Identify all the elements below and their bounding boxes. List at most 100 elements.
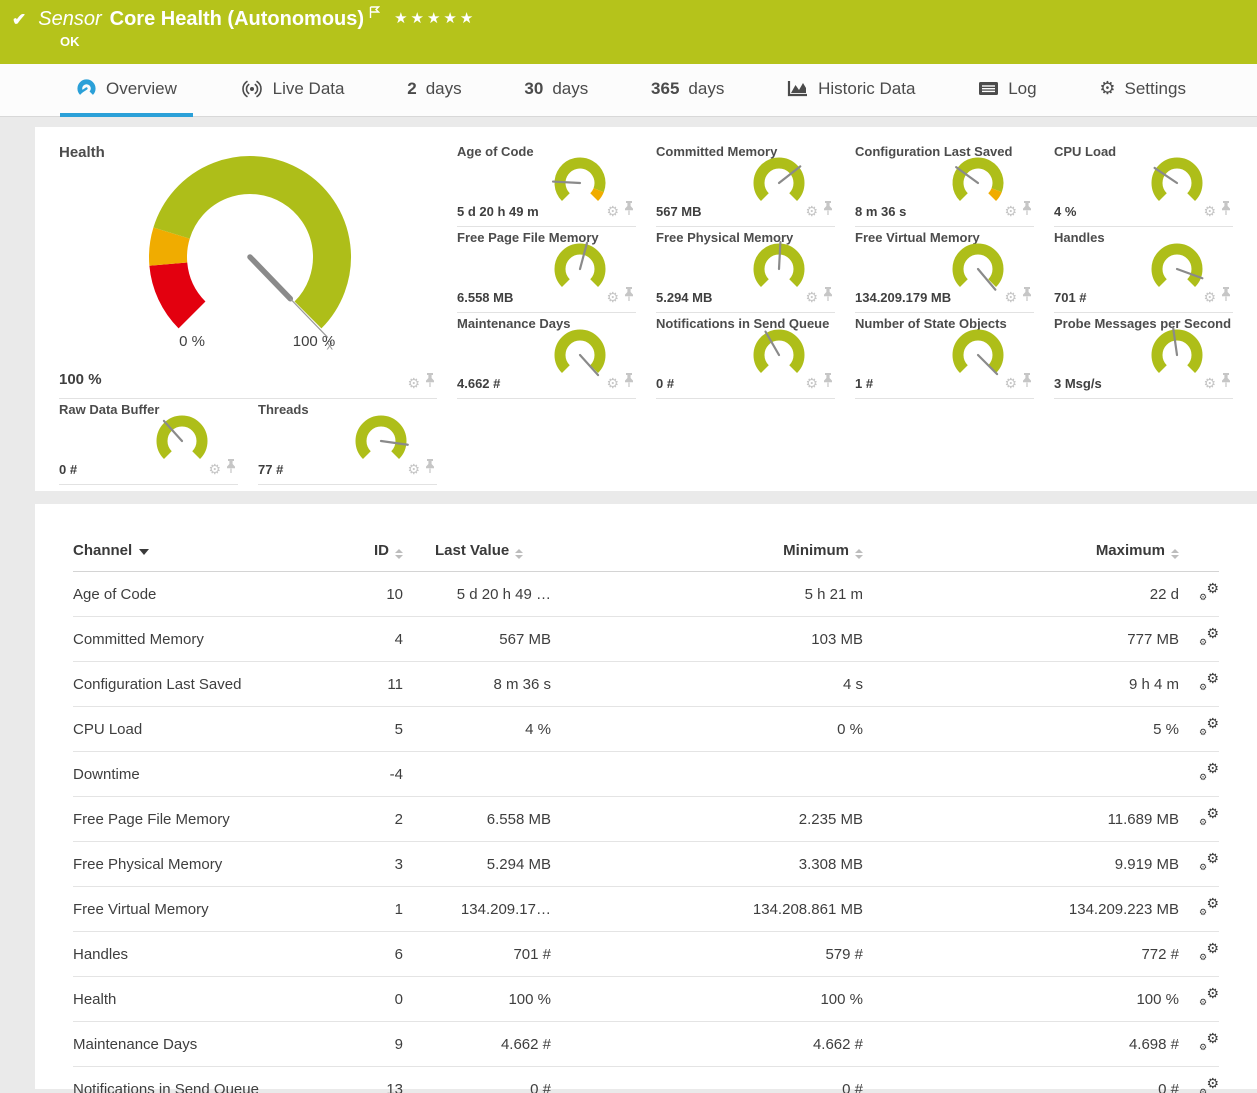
- gauge-settings-gear-icon[interactable]: ⚙: [407, 462, 420, 476]
- gauge-icon: [76, 78, 97, 99]
- health-gauge-value: 100 %: [59, 371, 102, 388]
- table-row[interactable]: Free Virtual Memory 1 134.209.17… 134.20…: [73, 887, 1219, 932]
- gauge-settings-gear-icon[interactable]: ⚙: [1004, 376, 1017, 390]
- tab-settings[interactable]: ⚙ Settings: [1083, 64, 1202, 117]
- gauge-settings-gear-icon[interactable]: ⚙: [407, 376, 420, 390]
- table-row[interactable]: Notifications in Send Queue 13 0 # 0 # 0…: [73, 1067, 1219, 1093]
- gauge-settings-gear-icon[interactable]: ⚙: [1004, 290, 1017, 304]
- gauge-cell-threads: Threads 77 # ⚙: [258, 399, 437, 485]
- channel-settings-gears-icon[interactable]: ⚙⚙: [1199, 583, 1219, 601]
- sensor-header: ✔ Sensor Core Health (Autonomous) ★★★★★ …: [0, 0, 1257, 64]
- cell-last: 567 MB: [403, 617, 551, 662]
- channel-settings-gears-icon[interactable]: ⚙⚙: [1199, 943, 1219, 961]
- table-row[interactable]: Health 0 100 % 100 % 100 % ⚙⚙: [73, 977, 1219, 1022]
- tab-label: days: [552, 79, 588, 99]
- channel-settings-gears-icon[interactable]: ⚙⚙: [1199, 673, 1219, 691]
- pin-icon[interactable]: [823, 373, 833, 393]
- gauge-dial: [944, 325, 1010, 387]
- gauge-settings-gear-icon[interactable]: ⚙: [606, 204, 619, 218]
- gauge-settings-gear-icon[interactable]: ⚙: [1004, 204, 1017, 218]
- pin-icon[interactable]: [1221, 373, 1231, 393]
- channel-settings-gears-icon[interactable]: ⚙⚙: [1199, 808, 1219, 826]
- column-header-maximum[interactable]: Maximum: [863, 532, 1179, 572]
- gauge-dial: [745, 239, 811, 301]
- column-header-channel[interactable]: Channel: [73, 532, 325, 572]
- pin-icon[interactable]: [226, 459, 236, 479]
- gauge-settings-gear-icon[interactable]: ⚙: [805, 290, 818, 304]
- pin-icon[interactable]: [1022, 201, 1032, 221]
- table-row[interactable]: Configuration Last Saved 11 8 m 36 s 4 s…: [73, 662, 1219, 707]
- cell-last: 701 #: [403, 932, 551, 977]
- gauge-value: 701 #: [1054, 290, 1087, 305]
- gauge-settings-gear-icon[interactable]: ⚙: [606, 290, 619, 304]
- pin-icon[interactable]: [1022, 287, 1032, 307]
- live-data-icon: [240, 79, 264, 99]
- channels-table: Channel ID Last Value Minimum Maximum Ag…: [73, 532, 1219, 1093]
- gauge-settings-gear-icon[interactable]: ⚙: [1203, 204, 1216, 218]
- gauge-settings-gear-icon[interactable]: ⚙: [1203, 376, 1216, 390]
- column-header-minimum[interactable]: Minimum: [551, 532, 863, 572]
- cell-min: 579 #: [551, 932, 863, 977]
- gauge-label: Handles: [1054, 230, 1105, 245]
- tab-365-days[interactable]: 365 days: [635, 64, 740, 117]
- table-row[interactable]: Downtime -4 ⚙⚙: [73, 752, 1219, 797]
- pin-icon[interactable]: [1221, 287, 1231, 307]
- pin-icon[interactable]: [624, 201, 634, 221]
- tab-30-days[interactable]: 30 days: [508, 64, 604, 117]
- cell-min: 0 %: [551, 707, 863, 752]
- table-row[interactable]: Free Page File Memory 2 6.558 MB 2.235 M…: [73, 797, 1219, 842]
- table-row[interactable]: CPU Load 5 4 % 0 % 5 % ⚙⚙: [73, 707, 1219, 752]
- tab-live-data[interactable]: Live Data: [224, 64, 361, 117]
- column-header-id[interactable]: ID: [325, 532, 403, 572]
- channel-settings-gears-icon[interactable]: ⚙⚙: [1199, 1078, 1219, 1093]
- priority-stars[interactable]: ★★★★★: [394, 9, 476, 27]
- pin-icon[interactable]: [823, 201, 833, 221]
- tab-2-days[interactable]: 2 days: [391, 64, 477, 117]
- tab-historic-data[interactable]: Historic Data: [771, 64, 931, 117]
- table-row[interactable]: Committed Memory 4 567 MB 103 MB 777 MB …: [73, 617, 1219, 662]
- gauge-dial: [347, 411, 413, 473]
- cell-max: 22 d: [863, 572, 1179, 617]
- gauge-value: 6.558 MB: [457, 290, 513, 305]
- table-row[interactable]: Free Physical Memory 3 5.294 MB 3.308 MB…: [73, 842, 1219, 887]
- cell-id: 4: [325, 617, 403, 662]
- tab-log[interactable]: Log: [962, 64, 1052, 117]
- gauge-settings-gear-icon[interactable]: ⚙: [606, 376, 619, 390]
- table-row[interactable]: Maintenance Days 9 4.662 # 4.662 # 4.698…: [73, 1022, 1219, 1067]
- priority-flag-icon[interactable]: [369, 6, 380, 24]
- column-header-last-value[interactable]: Last Value: [403, 532, 551, 572]
- cell-channel: Age of Code: [73, 572, 325, 617]
- pin-icon[interactable]: [624, 373, 634, 393]
- table-row[interactable]: Handles 6 701 # 579 # 772 # ⚙⚙: [73, 932, 1219, 977]
- channel-settings-gears-icon[interactable]: ⚙⚙: [1199, 763, 1219, 781]
- gauge-cell-free-page-file-memory: Free Page File Memory 6.558 MB ⚙: [457, 227, 636, 313]
- channel-settings-gears-icon[interactable]: ⚙⚙: [1199, 853, 1219, 871]
- pin-icon[interactable]: [1221, 201, 1231, 221]
- pin-icon[interactable]: [425, 373, 435, 393]
- channel-settings-gears-icon[interactable]: ⚙⚙: [1199, 718, 1219, 736]
- cell-max: [863, 752, 1179, 797]
- tab-overview[interactable]: Overview: [60, 64, 193, 117]
- gauge-cell-maintenance-days: Maintenance Days 4.662 # ⚙: [457, 313, 636, 399]
- channel-settings-gears-icon[interactable]: ⚙⚙: [1199, 898, 1219, 916]
- gauge-settings-gear-icon[interactable]: ⚙: [805, 204, 818, 218]
- channel-settings-gears-icon[interactable]: ⚙⚙: [1199, 1033, 1219, 1051]
- channel-settings-gears-icon[interactable]: ⚙⚙: [1199, 628, 1219, 646]
- table-row[interactable]: Age of Code 10 5 d 20 h 49 … 5 h 21 m 22…: [73, 572, 1219, 617]
- pin-icon[interactable]: [425, 459, 435, 479]
- gauge-settings-gear-icon[interactable]: ⚙: [1203, 290, 1216, 304]
- sort-icon: [1171, 549, 1179, 559]
- cell-min: [551, 752, 863, 797]
- log-icon: [978, 80, 999, 97]
- gauge-settings-gear-icon[interactable]: ⚙: [805, 376, 818, 390]
- gauge-label: CPU Load: [1054, 144, 1116, 159]
- gauge-value: 8 m 36 s: [855, 204, 906, 219]
- gauge-cell-raw-data-buffer: Raw Data Buffer 0 # ⚙: [59, 399, 238, 485]
- channel-settings-gears-icon[interactable]: ⚙⚙: [1199, 988, 1219, 1006]
- sort-icon: [395, 549, 403, 559]
- cell-channel: CPU Load: [73, 707, 325, 752]
- pin-icon[interactable]: [1022, 373, 1032, 393]
- pin-icon[interactable]: [823, 287, 833, 307]
- gauge-settings-gear-icon[interactable]: ⚙: [208, 462, 221, 476]
- pin-icon[interactable]: [624, 287, 634, 307]
